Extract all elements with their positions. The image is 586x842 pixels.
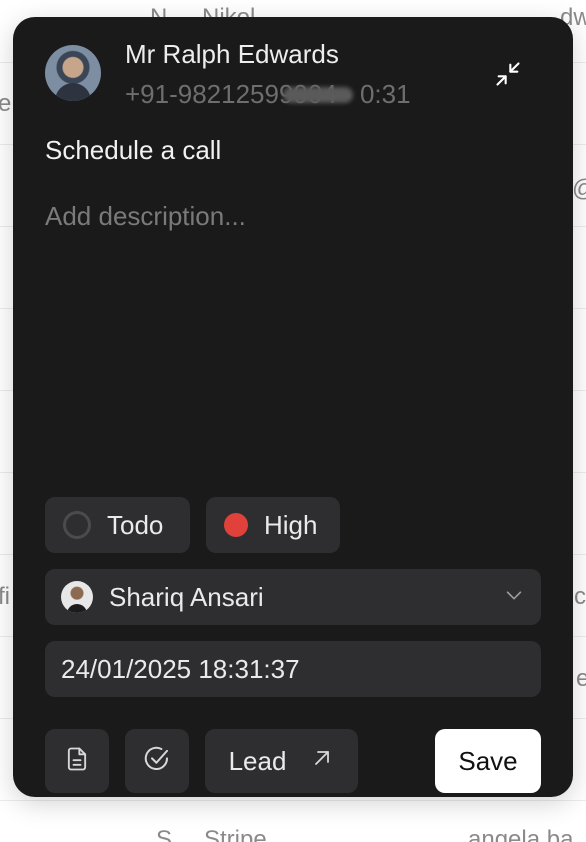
document-icon [63, 745, 91, 778]
priority-label: High [264, 509, 318, 540]
bg-row-name: Stripe [204, 826, 267, 842]
check-circle-icon [142, 744, 172, 779]
bg-row-cell: fi [0, 583, 10, 610]
task-description-input[interactable] [45, 201, 541, 491]
contact-phone: +91-98212599904 [125, 79, 353, 109]
todo-status-icon [63, 511, 91, 539]
contact-meta: +91-98212599904 · 0:31 [125, 79, 411, 110]
status-dropdown[interactable]: Todo [45, 497, 190, 553]
priority-dot-icon [224, 513, 248, 537]
bg-row-initial: S [156, 826, 173, 842]
call-duration: 0:31 [359, 79, 411, 109]
divider [0, 800, 586, 801]
bg-row-cell: e [576, 665, 586, 692]
task-modal: Mr Ralph Edwards +91-98212599904 · 0:31 … [13, 17, 573, 797]
attach-note-button[interactable] [45, 729, 109, 793]
arrow-up-right-icon [310, 746, 334, 777]
bg-row-email: angela ba [468, 826, 574, 842]
lead-label: Lead [228, 745, 287, 776]
bg-row-cell: c [574, 583, 586, 610]
priority-dropdown[interactable]: High [206, 497, 340, 553]
open-lead-button[interactable]: Lead [205, 729, 358, 793]
task-check-button[interactable] [125, 729, 189, 793]
assignee-select[interactable]: Shariq Ansari [45, 569, 541, 625]
due-date-input[interactable]: 24/01/2025 18:31:37 [45, 641, 541, 697]
due-date-value: 24/01/2025 18:31:37 [61, 653, 300, 684]
bg-row-cell: @ [572, 175, 586, 203]
chevron-down-icon [503, 582, 525, 613]
contact-avatar [45, 45, 101, 101]
status-label: Todo [107, 509, 164, 540]
contact-name: Mr Ralph Edwards [125, 39, 339, 69]
bg-row-cell: e [0, 90, 12, 117]
task-title-input[interactable] [45, 135, 525, 166]
redaction-mask [283, 87, 353, 103]
save-button[interactable]: Save [435, 729, 541, 793]
assignee-avatar [61, 581, 93, 613]
save-label: Save [458, 745, 518, 776]
minimize-arrows-icon[interactable] [491, 57, 525, 91]
assignee-name: Shariq Ansari [109, 581, 264, 612]
